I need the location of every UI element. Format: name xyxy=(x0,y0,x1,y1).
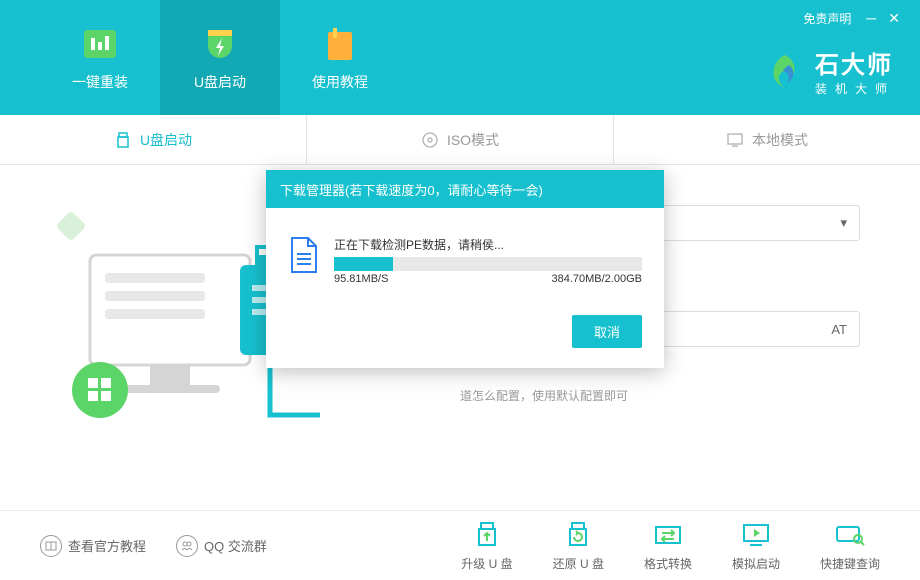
footer: 查看官方教程 QQ 交流群 升级 U 盘 还原 U 盘 格式转换 模拟启动 快捷… xyxy=(0,510,920,580)
tutorial-link[interactable]: 查看官方教程 xyxy=(40,535,146,557)
link-label: 查看官方教程 xyxy=(68,536,146,555)
action-label: 升级 U 盘 xyxy=(461,555,512,572)
action-simulate-boot[interactable]: 模拟启动 xyxy=(732,519,780,572)
subtab-usb[interactable]: U盘启动 xyxy=(0,115,307,164)
bar-chart-icon xyxy=(80,24,120,64)
subtab-label: ISO模式 xyxy=(447,130,499,150)
minimize-icon[interactable]: ─ xyxy=(866,10,876,27)
download-status: 正在下载检测PE数据，请稍侯... xyxy=(334,236,642,253)
disclaimer-link[interactable]: 免责声明 xyxy=(803,10,851,27)
link-label: QQ 交流群 xyxy=(204,536,267,555)
header-tabs: 一键重装 U盘启动 使用教程 xyxy=(40,0,400,115)
disc-icon xyxy=(421,131,439,149)
download-modal: 下载管理器(若下载速度为0，请耐心等待一会) 正在下载检测PE数据，请稍侯...… xyxy=(266,170,664,368)
usb-refresh-icon xyxy=(562,519,594,551)
action-format-convert[interactable]: 格式转换 xyxy=(644,519,692,572)
book-open-icon xyxy=(40,535,62,557)
tab-usb-boot[interactable]: U盘启动 xyxy=(160,0,280,115)
modal-title: 下载管理器(若下载速度为0，请耐心等待一会) xyxy=(266,170,664,208)
format-suffix: AT xyxy=(831,322,847,337)
usb-up-icon xyxy=(471,519,503,551)
close-icon[interactable]: ✕ xyxy=(888,10,900,27)
brand-subtitle: 装机大师 xyxy=(815,80,895,97)
window-controls: ─ ✕ xyxy=(866,10,900,27)
action-label: 模拟启动 xyxy=(732,555,780,572)
header-right: 免责声明 ─ ✕ xyxy=(803,10,900,27)
tab-label: 一键重装 xyxy=(72,72,128,92)
progress-fill xyxy=(334,257,393,271)
file-icon xyxy=(288,236,320,274)
action-label: 快捷键查询 xyxy=(820,555,880,572)
people-icon xyxy=(176,535,198,557)
subtabs: U盘启动 ISO模式 本地模式 xyxy=(0,115,920,165)
action-restore-usb[interactable]: 还原 U 盘 xyxy=(553,519,604,572)
brand-title: 石大师 xyxy=(815,45,895,80)
subtab-local[interactable]: 本地模式 xyxy=(614,115,920,164)
tab-label: 使用教程 xyxy=(312,72,368,92)
monitor-icon xyxy=(726,131,744,149)
subtab-label: 本地模式 xyxy=(752,130,808,150)
brand-text: 石大师 装机大师 xyxy=(815,45,895,97)
chevron-down-icon: ▾ xyxy=(840,215,847,231)
monitor-play-icon xyxy=(740,519,772,551)
tab-reinstall[interactable]: 一键重装 xyxy=(40,0,160,115)
tab-tutorial[interactable]: 使用教程 xyxy=(280,0,400,115)
download-progress-text: 384.70MB/2.00GB xyxy=(551,273,642,285)
action-upgrade-usb[interactable]: 升级 U 盘 xyxy=(461,519,512,572)
config-hint: 道怎么配置，使用默认配置即可 xyxy=(460,387,860,404)
action-hotkey-lookup[interactable]: 快捷键查询 xyxy=(820,519,880,572)
app-header: 一键重装 U盘启动 使用教程 免责声明 ─ ✕ 石大师 装机大师 xyxy=(0,0,920,115)
subtab-iso[interactable]: ISO模式 xyxy=(307,115,614,164)
cancel-button[interactable]: 取消 xyxy=(572,315,642,348)
usb-icon xyxy=(114,131,132,149)
progress-bar xyxy=(334,257,642,271)
footer-left: 查看官方教程 QQ 交流群 xyxy=(40,535,267,557)
convert-icon xyxy=(652,519,684,551)
book-icon xyxy=(320,24,360,64)
footer-actions: 升级 U 盘 还原 U 盘 格式转换 模拟启动 快捷键查询 xyxy=(461,519,880,572)
download-speed: 95.81MB/S xyxy=(334,273,388,285)
qq-group-link[interactable]: QQ 交流群 xyxy=(176,535,267,557)
keyboard-search-icon xyxy=(834,519,866,551)
modal-body: 正在下载检测PE数据，请稍侯... 95.81MB/S 384.70MB/2.0… xyxy=(266,208,664,368)
brand-logo-icon xyxy=(765,51,805,91)
action-label: 格式转换 xyxy=(644,555,692,572)
subtab-label: U盘启动 xyxy=(140,130,192,150)
shield-bolt-icon xyxy=(200,24,240,64)
action-label: 还原 U 盘 xyxy=(553,555,604,572)
brand: 石大师 装机大师 xyxy=(765,45,895,97)
tab-label: U盘启动 xyxy=(194,72,246,92)
